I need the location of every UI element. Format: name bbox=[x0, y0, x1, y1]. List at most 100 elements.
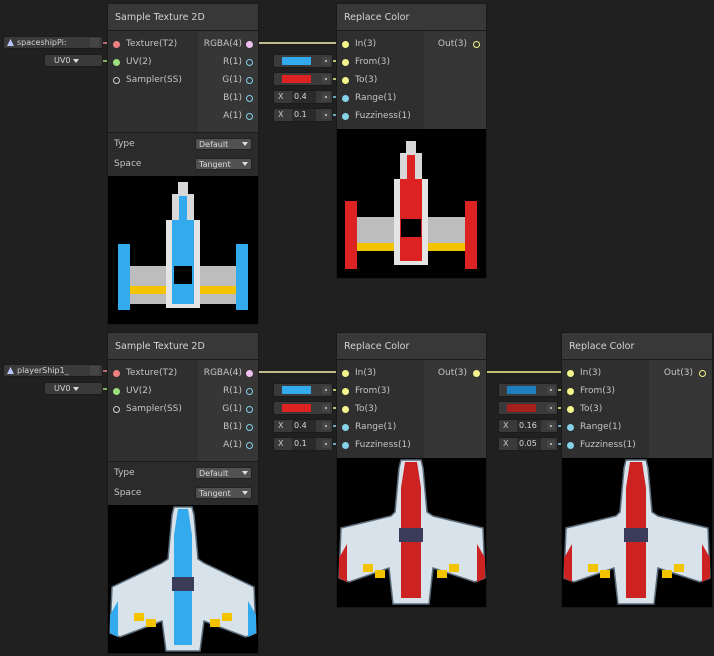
fuzziness-value-input[interactable]: 0.05 bbox=[517, 438, 541, 450]
output-port-b[interactable]: B(1) bbox=[223, 418, 242, 436]
to-color-field[interactable] bbox=[273, 401, 333, 415]
input-port-range[interactable]: Range(1) bbox=[342, 89, 396, 107]
input-port-texture[interactable]: Texture(T2) bbox=[113, 35, 177, 53]
input-port-to[interactable]: To(3) bbox=[567, 400, 602, 418]
output-port-rgba[interactable]: RGBA(4) bbox=[204, 35, 242, 53]
from-color-swatch[interactable] bbox=[507, 386, 536, 394]
space-dropdown[interactable]: Tangent bbox=[195, 158, 252, 170]
smooth-ship-preview-red-refined bbox=[563, 459, 711, 605]
chevron-down-icon bbox=[242, 142, 248, 146]
space-dropdown[interactable]: Tangent bbox=[195, 487, 252, 499]
type-dropdown[interactable]: Default bbox=[195, 138, 252, 150]
input-port-range[interactable]: Range(1) bbox=[342, 418, 396, 436]
to-color-field[interactable] bbox=[273, 72, 333, 86]
input-port-uv[interactable]: UV(2) bbox=[113, 53, 152, 71]
replace-color-preview bbox=[337, 458, 486, 607]
input-port-to[interactable]: To(3) bbox=[342, 400, 377, 418]
range-field[interactable]: X 0.16 bbox=[498, 419, 558, 433]
input-port-to[interactable]: To(3) bbox=[342, 71, 377, 89]
from-color-swatch[interactable] bbox=[282, 386, 311, 394]
node-settings: Type Default Space Tangent bbox=[108, 132, 258, 177]
output-port-b[interactable]: B(1) bbox=[223, 89, 242, 107]
from-color-field[interactable] bbox=[273, 54, 333, 68]
output-port-g[interactable]: G(1) bbox=[222, 71, 242, 89]
replace-color-node[interactable]: Replace Color In(3) From(3) To(3) Range(… bbox=[561, 332, 713, 608]
input-port-fuzziness[interactable]: Fuzziness(1) bbox=[342, 107, 411, 125]
range-field[interactable]: X 0.4 bbox=[273, 419, 333, 433]
pixel-ship-preview-blue bbox=[118, 182, 248, 310]
output-port-a[interactable]: A(1) bbox=[223, 436, 242, 454]
texture-input-field[interactable]: playerShip1_ bbox=[3, 364, 103, 377]
input-port-sampler[interactable]: Sampler(SS) bbox=[113, 400, 182, 418]
uv-channel-dropdown[interactable]: UV0 bbox=[44, 54, 103, 67]
output-port-rgba[interactable]: RGBA(4) bbox=[204, 364, 242, 382]
chevron-down-icon bbox=[73, 59, 79, 63]
output-port-out[interactable]: Out(3) bbox=[664, 364, 693, 382]
to-color-field[interactable] bbox=[498, 401, 558, 415]
replace-color-node[interactable]: Replace Color In(3) From(3) To(3) Range(… bbox=[336, 332, 487, 608]
fuzziness-value-input[interactable]: 0.1 bbox=[292, 438, 316, 450]
fuzziness-field[interactable]: X 0.1 bbox=[273, 108, 333, 122]
output-dot-rgba[interactable] bbox=[246, 41, 253, 48]
space-label: Space bbox=[114, 488, 142, 498]
uv-channel-dropdown[interactable]: UV0 bbox=[44, 382, 103, 395]
to-color-swatch[interactable] bbox=[507, 404, 536, 412]
replace-color-preview bbox=[562, 458, 712, 607]
pixel-ship-preview-red bbox=[345, 141, 477, 269]
from-color-field[interactable] bbox=[273, 383, 333, 397]
texture-preview bbox=[108, 505, 258, 653]
chevron-down-icon bbox=[242, 491, 248, 495]
input-port-fuzziness[interactable]: Fuzziness(1) bbox=[567, 436, 636, 454]
texture-asset-icon bbox=[7, 367, 14, 374]
texture-input-field[interactable]: spaceshipPi: bbox=[3, 36, 103, 49]
fuzziness-field[interactable]: X 0.1 bbox=[273, 437, 333, 451]
output-port-r[interactable]: R(1) bbox=[223, 53, 242, 71]
input-port-from[interactable]: From(3) bbox=[342, 382, 390, 400]
fuzziness-field[interactable]: X 0.05 bbox=[498, 437, 558, 451]
input-port-range[interactable]: Range(1) bbox=[567, 418, 621, 436]
replace-color-node[interactable]: Replace Color In(3) From(3) To(3) Range(… bbox=[336, 3, 487, 279]
node-settings: Type Default Space Tangent bbox=[108, 461, 258, 506]
smooth-ship-preview-blue bbox=[109, 506, 257, 652]
input-port-in[interactable]: In(3) bbox=[342, 35, 376, 53]
sample-texture-2d-node[interactable]: Sample Texture 2D Texture(T2) UV(2) Samp… bbox=[107, 3, 259, 325]
from-color-field[interactable] bbox=[498, 383, 558, 397]
range-field[interactable]: X 0.4 bbox=[273, 90, 333, 104]
range-value-input[interactable]: 0.16 bbox=[517, 420, 541, 432]
chevron-down-icon bbox=[242, 471, 248, 475]
to-color-swatch[interactable] bbox=[282, 404, 311, 412]
input-port-in[interactable]: In(3) bbox=[342, 364, 376, 382]
node-title: Sample Texture 2D bbox=[108, 4, 258, 31]
output-port-r[interactable]: R(1) bbox=[223, 382, 242, 400]
input-port-texture[interactable]: Texture(T2) bbox=[113, 364, 177, 382]
output-port-g[interactable]: G(1) bbox=[222, 400, 242, 418]
node-title: Sample Texture 2D bbox=[108, 333, 258, 360]
to-color-swatch[interactable] bbox=[282, 75, 311, 83]
chevron-down-icon bbox=[73, 387, 79, 391]
replace-color-preview bbox=[337, 129, 486, 278]
node-title: Replace Color bbox=[337, 333, 486, 360]
output-port-out[interactable]: Out(3) bbox=[438, 364, 467, 382]
input-port-from[interactable]: From(3) bbox=[342, 53, 390, 71]
range-value-input[interactable]: 0.4 bbox=[292, 420, 316, 432]
output-port-a[interactable]: A(1) bbox=[223, 107, 242, 125]
type-dropdown[interactable]: Default bbox=[195, 467, 252, 479]
type-label: Type bbox=[114, 468, 135, 478]
type-label: Type bbox=[114, 139, 135, 149]
input-port-sampler[interactable]: Sampler(SS) bbox=[113, 71, 182, 89]
fuzziness-value-input[interactable]: 0.1 bbox=[292, 109, 316, 121]
smooth-ship-preview-red bbox=[338, 459, 486, 605]
texture-asset-icon bbox=[7, 39, 14, 46]
input-port-in[interactable]: In(3) bbox=[567, 364, 601, 382]
range-value-input[interactable]: 0.4 bbox=[292, 91, 316, 103]
input-port-uv[interactable]: UV(2) bbox=[113, 382, 152, 400]
input-port-from[interactable]: From(3) bbox=[567, 382, 615, 400]
output-port-out[interactable]: Out(3) bbox=[438, 35, 467, 53]
sample-texture-2d-node[interactable]: Sample Texture 2D Texture(T2) UV(2) Samp… bbox=[107, 332, 259, 654]
from-color-swatch[interactable] bbox=[282, 57, 311, 65]
input-port-fuzziness[interactable]: Fuzziness(1) bbox=[342, 436, 411, 454]
chevron-down-icon bbox=[242, 162, 248, 166]
space-label: Space bbox=[114, 159, 142, 169]
node-title: Replace Color bbox=[337, 4, 486, 31]
uv-field-label: UV0 bbox=[54, 384, 71, 393]
